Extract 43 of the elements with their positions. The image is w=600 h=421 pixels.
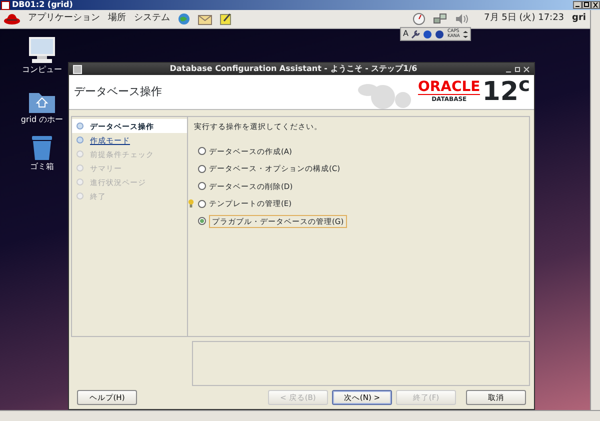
spin-arrows-icon[interactable] (462, 30, 468, 38)
step-node-icon (76, 122, 84, 130)
window-title: DB01:2 (grid) (12, 0, 73, 10)
desktop-icon-label[interactable]: ゴミ箱 (30, 161, 54, 173)
envelope-icon[interactable] (198, 14, 212, 24)
app-icon (1, 0, 10, 10)
page-heading: データベース操作 (74, 84, 162, 100)
step-node-icon (76, 164, 84, 172)
step-node-icon (76, 150, 84, 158)
desktop-icon-label[interactable]: コンピュー (22, 64, 62, 76)
panel-clock[interactable]: 7月 5日 (火) 17:23 (484, 12, 564, 26)
dot-icon[interactable] (423, 30, 432, 38)
computer-icon[interactable] (27, 37, 57, 64)
network-icon[interactable] (433, 13, 448, 25)
input-mode-letter[interactable]: A (403, 29, 408, 39)
panel-user[interactable]: gri (572, 12, 586, 26)
oracle-wordmark: ORACLE (418, 80, 480, 94)
panel-menu[interactable]: 場所 (108, 12, 126, 26)
radio-button[interactable] (198, 147, 206, 156)
step-node-icon (76, 192, 84, 200)
maximize-button[interactable] (582, 1, 591, 9)
notepad-icon[interactable] (220, 13, 232, 25)
dialog-title: Database Configuration Assistant - ようこそ - ステップ1/6 (168, 63, 418, 76)
radio-button[interactable] (198, 182, 206, 190)
desktop-icon-label[interactable]: grid のホー (20, 114, 64, 126)
version-mark: 12$^{c}$ (482, 79, 530, 106)
panel-menu[interactable]: アプリケーション (28, 12, 100, 26)
radio-button[interactable] (198, 200, 206, 208)
step-node-icon (76, 136, 84, 144)
minimize-button[interactable] (573, 1, 582, 9)
wrench-icon[interactable] (411, 30, 420, 38)
step-node-icon (76, 178, 84, 186)
close-button[interactable] (591, 1, 600, 9)
horizontal-scrollbar[interactable] (0, 410, 600, 421)
gauge-icon[interactable] (413, 13, 426, 25)
radio-button[interactable] (198, 164, 206, 173)
globe-icon[interactable] (178, 13, 190, 25)
panel-menu[interactable]: システム (134, 12, 170, 26)
speaker-icon[interactable] (455, 13, 468, 25)
lightbulb-icon (188, 199, 194, 208)
vertical-scrollbar[interactable] (590, 10, 600, 410)
hat-logo-icon[interactable] (4, 13, 20, 25)
radio-button[interactable] (198, 217, 206, 226)
